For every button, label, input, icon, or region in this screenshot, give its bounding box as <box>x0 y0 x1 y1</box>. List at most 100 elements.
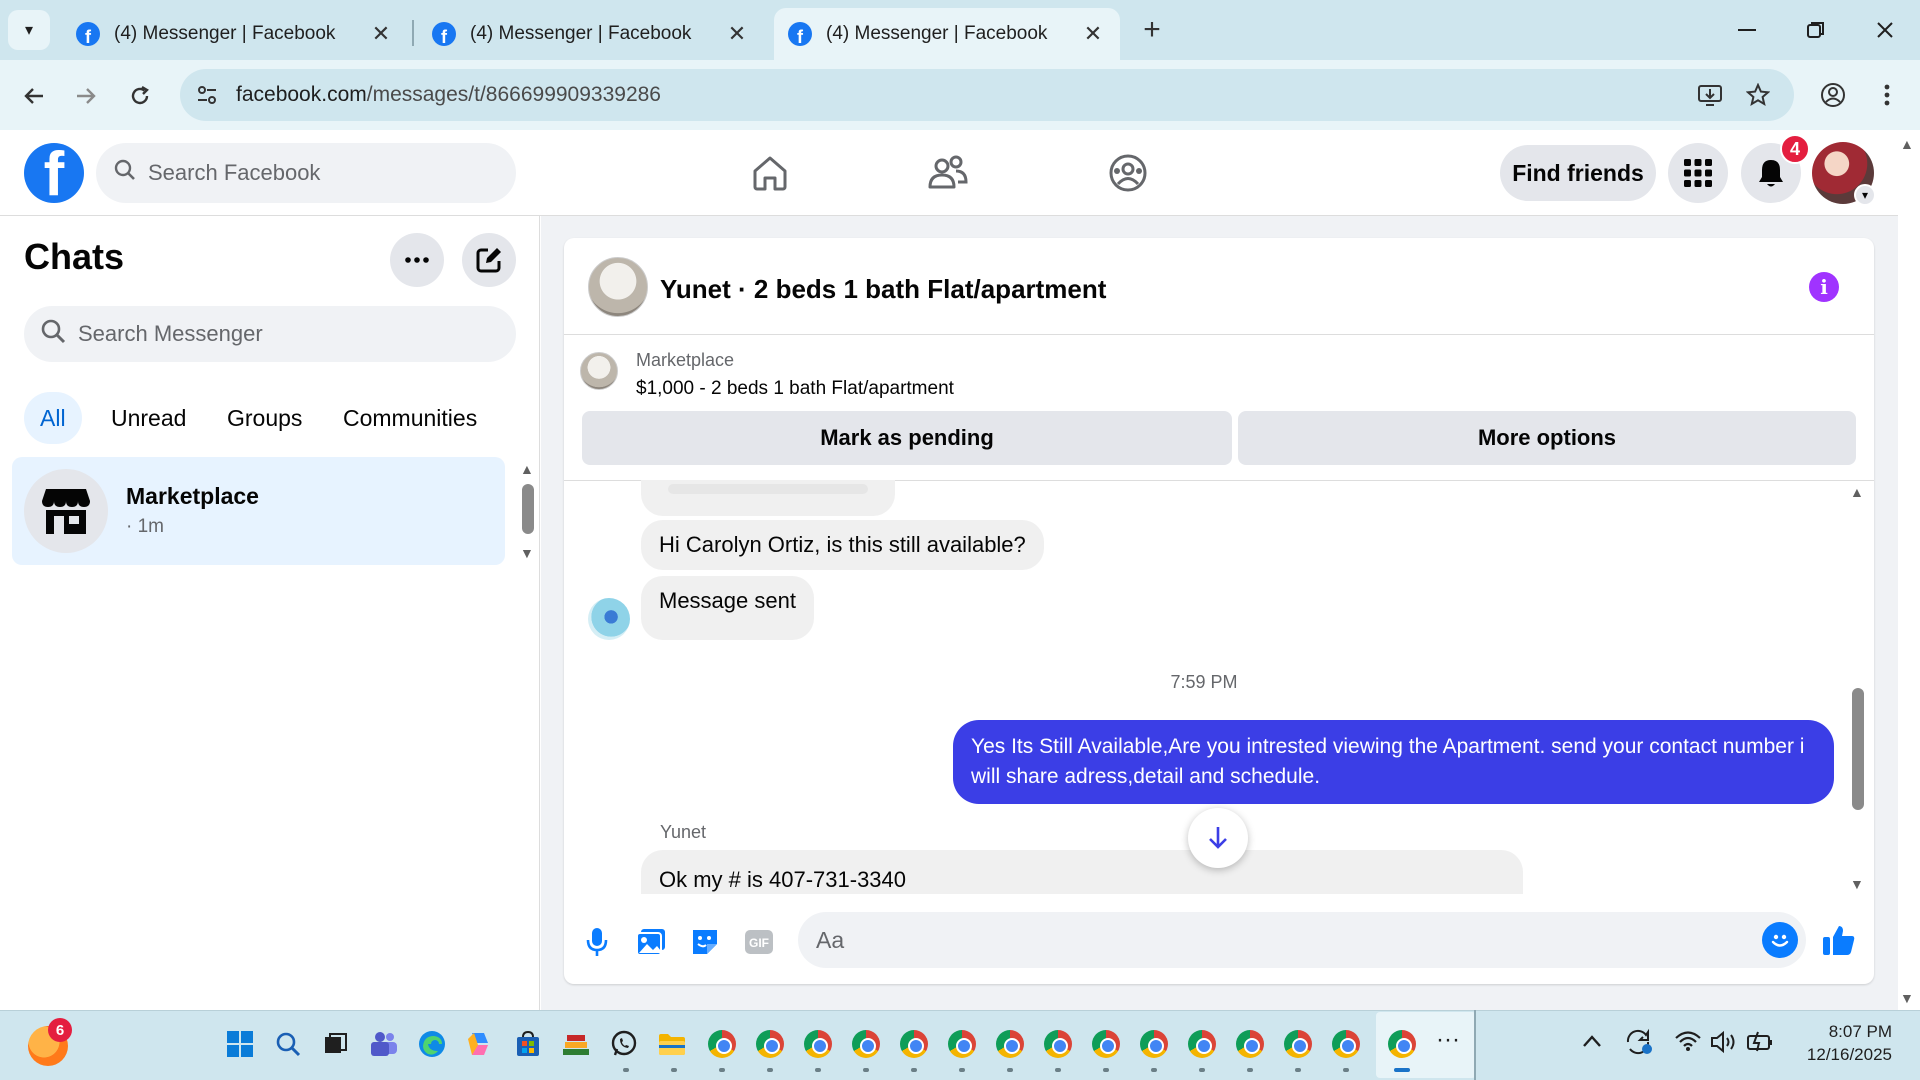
chrome-taskbar-icon[interactable] <box>1088 1026 1124 1062</box>
home-nav-button[interactable] <box>740 148 800 198</box>
chrome-taskbar-icon[interactable] <box>1280 1026 1316 1062</box>
sticker-button[interactable] <box>685 922 725 962</box>
show-hidden-icons-button[interactable] <box>1582 1028 1602 1054</box>
message-bubble-incoming[interactable]: Hi Carolyn Ortiz, is this still availabl… <box>641 520 1044 570</box>
start-button[interactable] <box>222 1026 258 1062</box>
account-chevron-down-icon[interactable]: ▾ <box>1854 184 1876 206</box>
menu-grid-button[interactable] <box>1668 143 1728 203</box>
chrome-taskbar-icon-active[interactable] <box>1384 1026 1420 1062</box>
new-tab-button[interactable]: + <box>1136 12 1168 48</box>
tab-close-icon[interactable]: ✕ <box>368 21 394 47</box>
attach-photo-button[interactable] <box>631 922 671 962</box>
messenger-search[interactable] <box>24 306 516 362</box>
filter-tab-communities[interactable]: Communities <box>327 392 493 444</box>
page-scroll-down-arrow[interactable]: ▼ <box>1900 990 1914 1006</box>
filter-tab-all[interactable]: All <box>24 392 82 444</box>
conversation-info-icon[interactable]: i <box>1809 272 1839 302</box>
message-input[interactable] <box>816 926 1716 954</box>
chrome-taskbar-icon[interactable] <box>1040 1026 1076 1062</box>
chrome-taskbar-icon[interactable] <box>896 1026 932 1062</box>
conversation-avatar[interactable] <box>588 257 648 317</box>
whatsapp-app-icon[interactable] <box>606 1026 642 1062</box>
friends-nav-button[interactable] <box>918 148 978 198</box>
facebook-search[interactable] <box>96 143 516 203</box>
filter-tab-unread[interactable]: Unread <box>95 392 202 444</box>
chrome-taskbar-icon[interactable] <box>704 1026 740 1062</box>
sync-status-icon[interactable] <box>1624 1028 1654 1062</box>
copilot-app-icon[interactable] <box>462 1026 498 1062</box>
chrome-taskbar-icon[interactable] <box>848 1026 884 1062</box>
forward-button[interactable] <box>66 76 106 116</box>
back-button[interactable] <box>14 76 54 116</box>
conversation-title[interactable]: Yunet · 2 beds 1 bath Flat/apartment <box>660 274 1106 305</box>
sidebar-scroll-down-arrow[interactable]: ▼ <box>520 545 538 561</box>
restore-button[interactable] <box>1791 8 1841 52</box>
message-composer[interactable] <box>798 912 1806 968</box>
message-bubble-incoming[interactable]: Message sent <box>641 576 814 640</box>
voice-clip-button[interactable] <box>577 922 617 962</box>
chats-options-button[interactable] <box>390 233 444 287</box>
like-button[interactable] <box>1819 920 1859 960</box>
file-explorer-icon[interactable] <box>654 1026 690 1062</box>
chrome-taskbar-icon[interactable] <box>944 1026 980 1062</box>
page-scroll-up-arrow[interactable]: ▲ <box>1900 136 1914 152</box>
tab-search-button[interactable]: ▾ <box>8 10 50 50</box>
new-message-button[interactable] <box>462 233 516 287</box>
tab-close-icon[interactable]: ✕ <box>1080 21 1106 47</box>
listing-summary[interactable]: $1,000 - 2 beds 1 bath Flat/apartment <box>636 378 954 400</box>
stacked-books-app-icon[interactable] <box>558 1026 594 1062</box>
taskbar-clock-date[interactable]: 12/16/2025 <box>1780 1045 1892 1065</box>
conversation-scrollbar-thumb[interactable] <box>1852 688 1864 810</box>
sidebar-scroll-up-arrow[interactable]: ▲ <box>520 461 538 477</box>
conversation-scroll-up-arrow[interactable]: ▲ <box>1850 484 1864 500</box>
chrome-taskbar-icon[interactable] <box>992 1026 1028 1062</box>
chrome-taskbar-icon[interactable] <box>752 1026 788 1062</box>
tab-close-icon[interactable]: ✕ <box>724 21 750 47</box>
conversation-scroll-down-arrow[interactable]: ▼ <box>1850 876 1864 892</box>
message-bubble-outgoing[interactable]: Yes Its Still Available,Are you intreste… <box>953 720 1834 804</box>
edge-app-icon[interactable] <box>414 1026 450 1062</box>
browser-menu-icon[interactable] <box>1870 78 1904 112</box>
teams-app-icon[interactable] <box>366 1026 402 1062</box>
profile-icon[interactable] <box>1816 78 1850 112</box>
taskbar-clock-time[interactable]: 8:07 PM <box>1800 1022 1892 1042</box>
mark-as-pending-button[interactable]: Mark as pending <box>582 411 1232 465</box>
taskbar-search-button[interactable] <box>270 1026 306 1062</box>
browser-tab-1[interactable]: f (4) Messenger | Facebook ✕ <box>62 8 408 60</box>
sidebar-scrollbar-thumb[interactable] <box>522 484 534 534</box>
battery-icon[interactable] <box>1746 1030 1774 1058</box>
sender-avatar[interactable] <box>588 598 630 640</box>
messenger-search-input[interactable] <box>78 321 498 347</box>
volume-icon[interactable] <box>1710 1030 1738 1060</box>
store-app-icon[interactable] <box>510 1026 546 1062</box>
groups-nav-button[interactable] <box>1098 148 1158 198</box>
find-friends-button[interactable]: Find friends <box>1500 145 1656 201</box>
minimize-button[interactable] <box>1722 8 1772 52</box>
filter-tab-groups[interactable]: Groups <box>211 392 318 444</box>
bookmark-star-icon[interactable] <box>1741 78 1775 112</box>
chrome-taskbar-icon[interactable] <box>1184 1026 1220 1062</box>
facebook-search-input[interactable] <box>148 160 478 186</box>
taskbar-overflow-button[interactable]: ··· <box>1436 1026 1460 1054</box>
facebook-logo-icon[interactable]: f <box>24 143 84 203</box>
browser-tab-3-active[interactable]: f (4) Messenger | Facebook ✕ <box>774 8 1120 60</box>
chrome-taskbar-icon[interactable] <box>800 1026 836 1062</box>
gif-button[interactable]: GIF <box>739 922 779 962</box>
scroll-to-bottom-button[interactable] <box>1188 808 1248 868</box>
message-bubble-incoming[interactable]: Ok my # is 407-731-3340 <box>641 850 1523 894</box>
wifi-icon[interactable] <box>1674 1030 1702 1058</box>
address-url[interactable]: facebook.com/messages/t/866699909339286 <box>236 80 661 110</box>
chrome-taskbar-icon[interactable] <box>1136 1026 1172 1062</box>
chrome-taskbar-icon[interactable] <box>1328 1026 1364 1062</box>
reload-button[interactable] <box>120 76 160 116</box>
browser-tab-2[interactable]: f (4) Messenger | Facebook ✕ <box>418 8 764 60</box>
more-options-button[interactable]: More options <box>1238 411 1856 465</box>
chrome-taskbar-icon[interactable] <box>1232 1026 1268 1062</box>
site-info-icon[interactable] <box>192 80 222 110</box>
close-window-button[interactable] <box>1860 8 1910 52</box>
install-app-icon[interactable] <box>1693 78 1727 112</box>
emoji-button[interactable] <box>1762 922 1798 958</box>
storefront-icon <box>42 489 90 534</box>
task-view-button[interactable] <box>318 1026 354 1062</box>
listing-thumbnail[interactable] <box>580 352 618 390</box>
